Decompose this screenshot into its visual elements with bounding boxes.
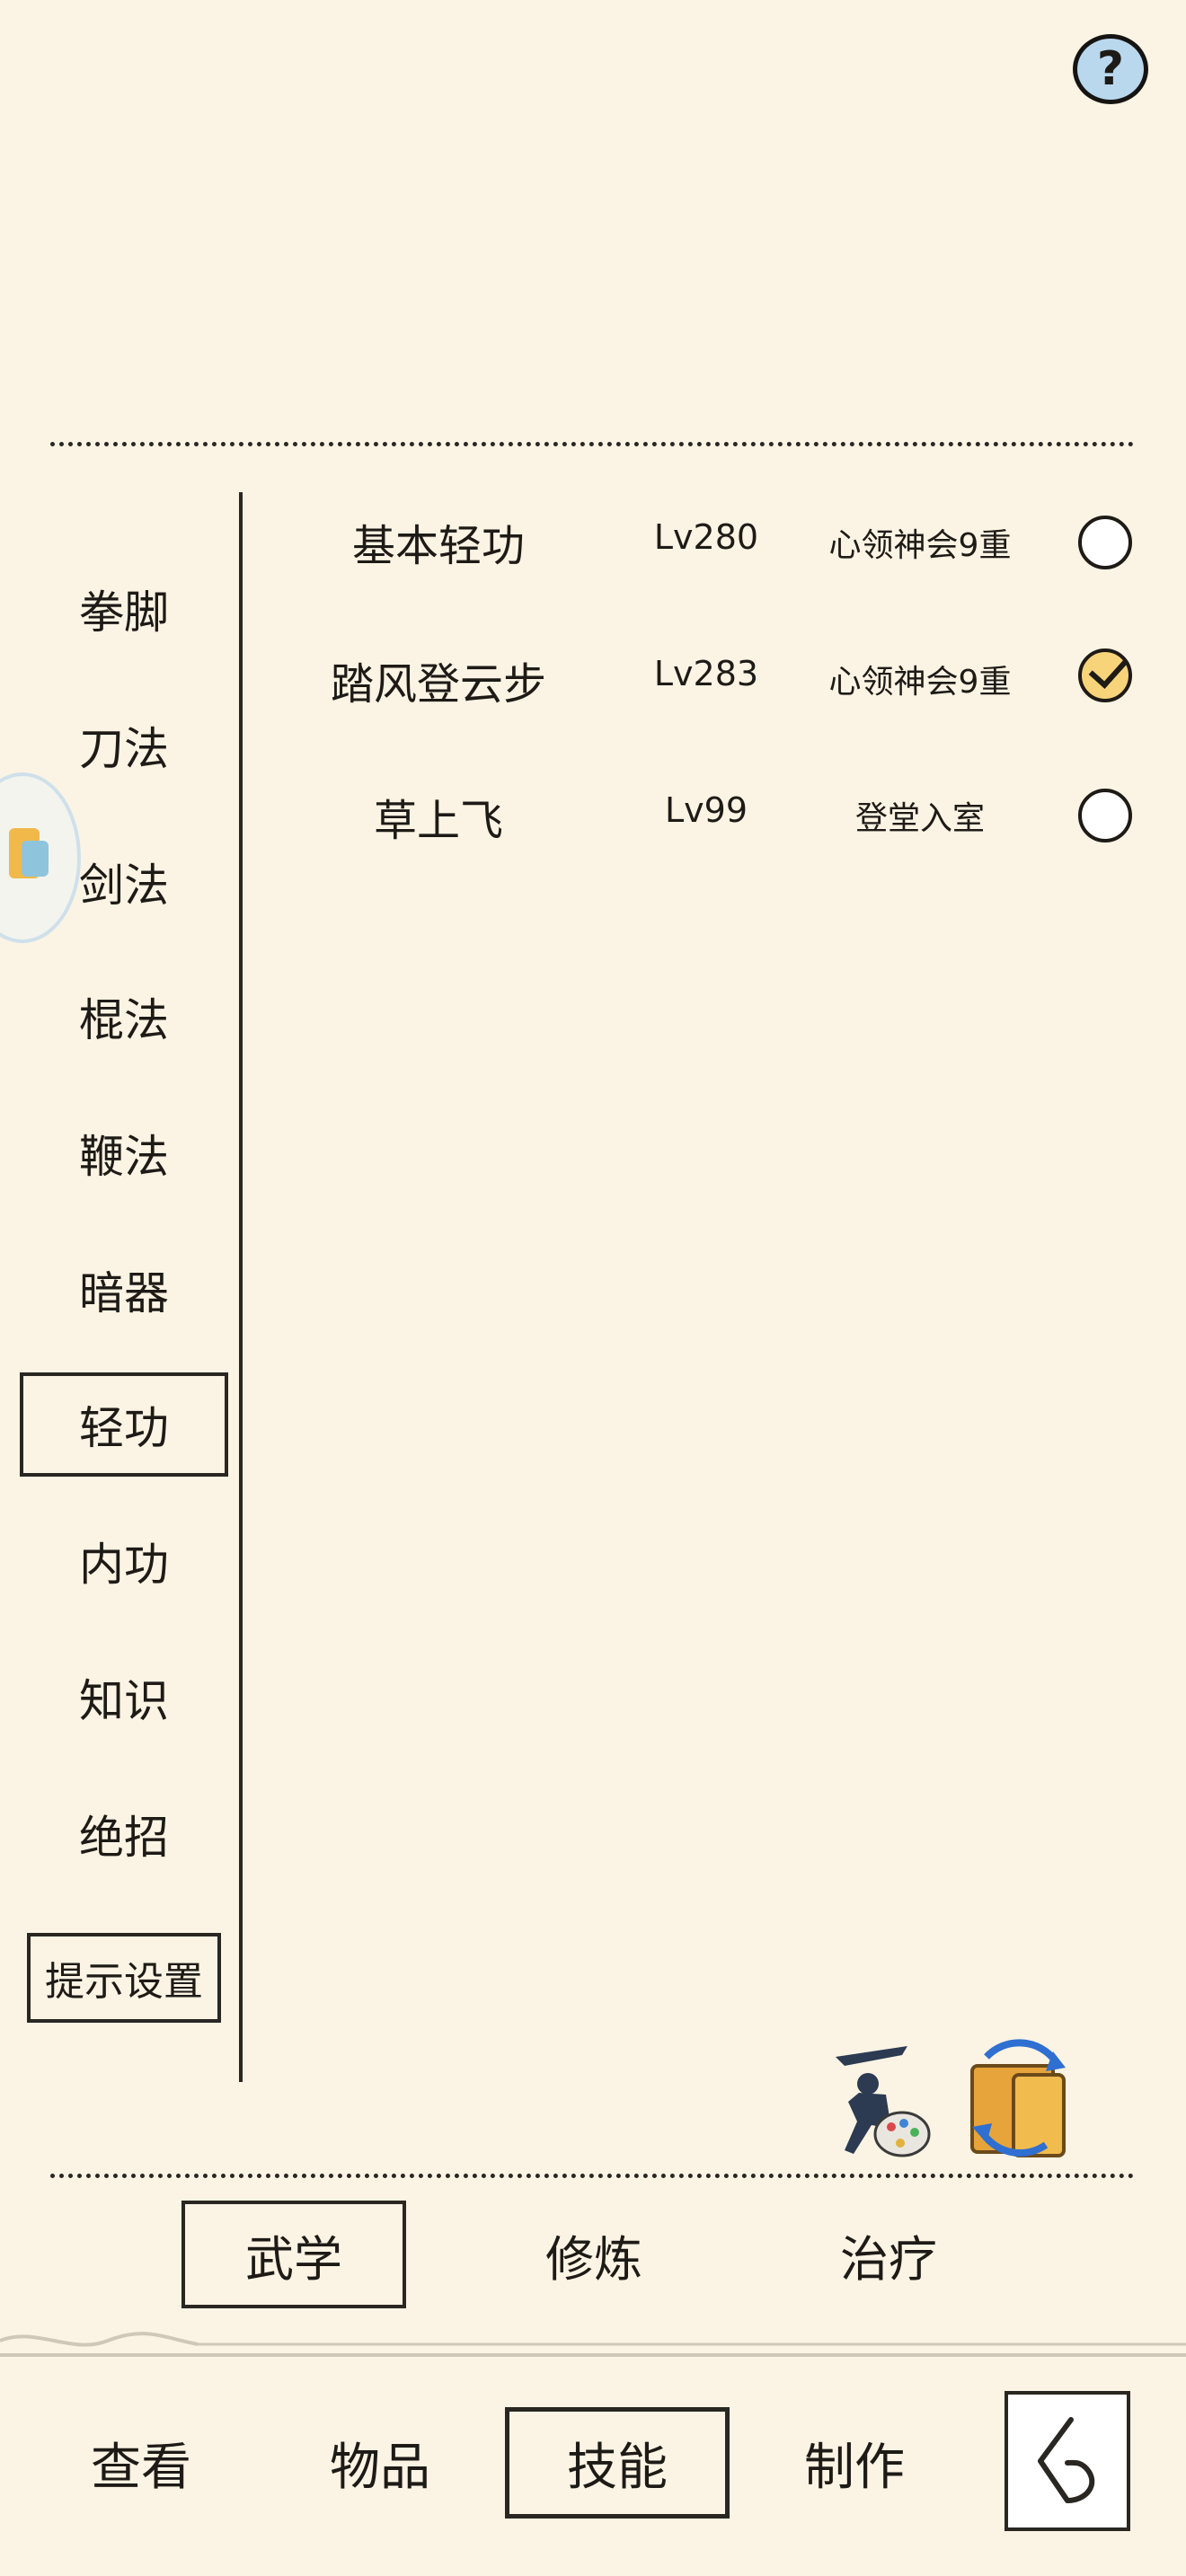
subtab-label: 武学 [245, 2230, 342, 2288]
category-zhishi[interactable]: 知识 [20, 1645, 228, 1750]
category-label: 棍法 [79, 994, 169, 1046]
nav-label: 技能 [567, 2438, 668, 2497]
subtab-zhiliao[interactable]: 治疗 [776, 2201, 1001, 2308]
category-label: 拳脚 [79, 587, 169, 639]
nav-label: 物品 [330, 2438, 430, 2497]
category-daofa[interactable]: 刀法 [20, 693, 228, 798]
category-gunfa[interactable]: 棍法 [20, 965, 228, 1069]
category-label: 绝招 [79, 1812, 169, 1864]
skill-level: Lv99 [664, 790, 748, 830]
category-anqi[interactable]: 暗器 [20, 1238, 228, 1342]
back-arrow-icon [1038, 2417, 1095, 2503]
subtab-label: 治疗 [840, 2230, 937, 2288]
category-label: 轻功 [79, 1402, 169, 1454]
category-quanjiao[interactable]: 拳脚 [20, 557, 228, 661]
category-jianfa[interactable]: 剑法 [20, 830, 228, 934]
bottom-divider [50, 2174, 1134, 2178]
book-refresh-icon[interactable] [960, 2039, 1078, 2161]
back-button[interactable] [1005, 2391, 1130, 2531]
nav-label: 查看 [91, 2438, 191, 2497]
skill-select-radio[interactable] [1078, 789, 1132, 842]
top-divider [50, 442, 1134, 446]
skill-name[interactable]: 基本轻功 [295, 510, 582, 573]
category-label: 剑法 [79, 860, 169, 912]
skill-select-radio[interactable] [1078, 516, 1132, 569]
checkmark-icon [1088, 648, 1129, 689]
category-label: 内功 [79, 1539, 169, 1591]
category-label: 刀法 [79, 723, 169, 775]
category-neigong[interactable]: 内功 [20, 1509, 228, 1613]
skill-level: Lv283 [653, 654, 759, 693]
category-juezhao[interactable]: 绝招 [20, 1782, 228, 1886]
subtab-label: 修炼 [545, 2230, 642, 2288]
subtab-xiulian[interactable]: 修炼 [482, 2201, 706, 2308]
nav-wupin[interactable]: 物品 [268, 2407, 492, 2519]
skill-state: 心领神会9重 [828, 664, 1012, 701]
nav-chakan[interactable]: 查看 [29, 2407, 253, 2519]
skill-state: 登堂入室 [854, 800, 985, 837]
question-icon: ? [1096, 42, 1125, 96]
sidebar-divider [239, 492, 243, 2082]
hint-settings-button[interactable]: 提示设置 [27, 1933, 221, 2023]
help-button[interactable]: ? [1073, 34, 1148, 104]
nav-label: 制作 [804, 2438, 905, 2497]
category-label: 鞭法 [79, 1131, 169, 1183]
skill-level: Lv280 [653, 517, 759, 557]
warrior-palette-icon[interactable] [809, 2039, 934, 2161]
category-label: 暗器 [79, 1267, 169, 1319]
category-qinggong[interactable]: 轻功 [20, 1372, 228, 1477]
skill-name[interactable]: 踏风登云步 [295, 648, 582, 711]
nav-jineng[interactable]: 技能 [505, 2407, 730, 2519]
subtab-wuxue[interactable]: 武学 [181, 2201, 406, 2308]
skill-select-radio-checked[interactable] [1078, 648, 1132, 702]
skill-name[interactable]: 草上飞 [295, 785, 582, 848]
nav-zhizuo[interactable]: 制作 [742, 2407, 967, 2519]
hint-settings-label: 提示设置 [45, 1959, 203, 2005]
category-label: 知识 [79, 1675, 169, 1727]
category-bianfa[interactable]: 鞭法 [20, 1101, 228, 1205]
skill-state: 心领神会9重 [828, 527, 1012, 564]
